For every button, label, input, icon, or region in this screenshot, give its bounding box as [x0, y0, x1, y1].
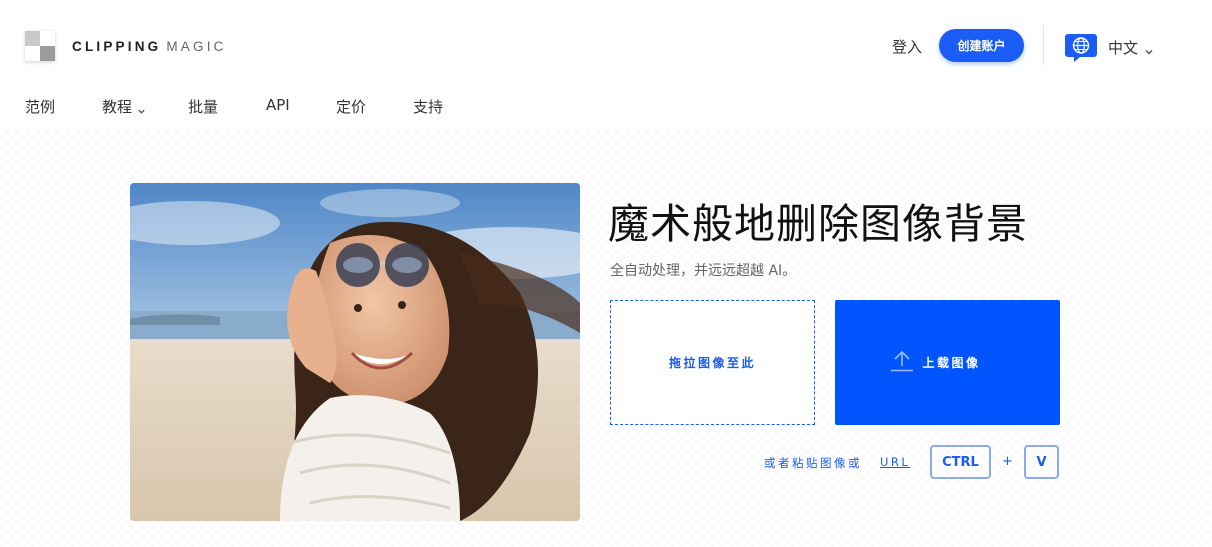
upload-button-label: 上载图像 — [922, 356, 981, 370]
site-header: CLIPPING MAGIC 登入 创建账户 中文 — [0, 0, 1212, 92]
ctrl-key: CTRL — [930, 445, 991, 479]
globe-chat-icon — [1064, 32, 1098, 62]
nav-item-api[interactable]: API — [266, 96, 290, 114]
key-plus: + — [1002, 454, 1013, 469]
nav-item-tutorials[interactable]: 教程 — [102, 96, 146, 117]
paste-url-link[interactable]: URL — [880, 455, 910, 469]
login-link[interactable]: 登入 — [892, 36, 922, 57]
nav-item-bulk[interactable]: 批量 — [188, 96, 218, 117]
nav-item-label: 定价 — [336, 98, 367, 116]
brand-word-1: CLIPPING — [72, 38, 162, 54]
checker-logo-icon — [25, 31, 55, 61]
main-nav: 范例 教程 批量 API 定价 支持 — [0, 92, 1212, 122]
drop-zone[interactable]: 拖拉图像至此 — [610, 300, 815, 425]
drop-zone-label: 拖拉图像至此 — [668, 356, 756, 370]
hero-subline: 全自动处理，并远远超越 AI。 — [610, 263, 797, 279]
chevron-down-icon — [137, 102, 146, 114]
upload-image-button[interactable]: 上载图像 — [835, 300, 1060, 425]
chevron-down-icon — [1144, 42, 1154, 55]
upload-arrow-icon — [890, 350, 914, 372]
hero-example-photo — [130, 183, 580, 521]
header-divider — [1043, 25, 1044, 65]
brand-wordmark: CLIPPING MAGIC — [72, 39, 227, 54]
hero-headline: 魔术般地删除图像背景 — [608, 200, 1028, 248]
nav-item-pricing[interactable]: 定价 — [336, 96, 366, 117]
nav-item-label: 支持 — [413, 98, 444, 116]
nav-item-label: 教程 — [102, 98, 133, 116]
v-key-label: V — [1036, 454, 1047, 470]
create-account-button[interactable]: 创建账户 — [939, 29, 1024, 62]
nav-item-support[interactable]: 支持 — [413, 96, 443, 117]
language-selector[interactable]: 中文 — [1064, 32, 1154, 62]
nav-item-label: 批量 — [188, 98, 219, 116]
v-key: V — [1024, 445, 1059, 479]
paste-hint-text: 或者粘贴图像或 — [764, 456, 862, 470]
nav-item-examples[interactable]: 范例 — [25, 96, 55, 117]
ctrl-key-label: CTRL — [942, 454, 979, 470]
brand-word-2: MAGIC — [166, 38, 227, 54]
language-label: 中文 — [1108, 38, 1139, 57]
brand-logo[interactable]: CLIPPING MAGIC — [25, 31, 227, 61]
nav-item-label: 范例 — [25, 98, 56, 116]
nav-item-label: API — [266, 96, 290, 114]
